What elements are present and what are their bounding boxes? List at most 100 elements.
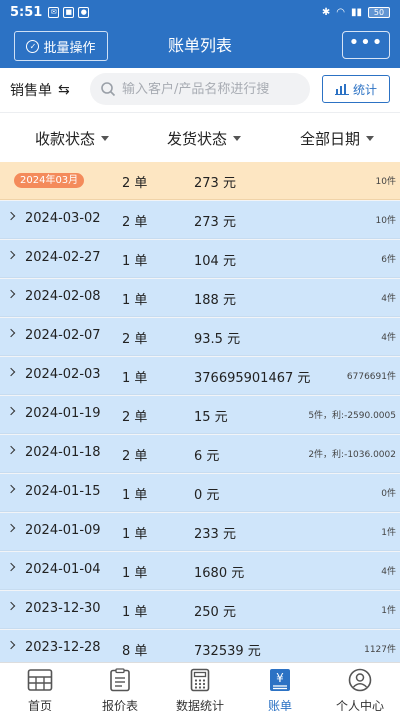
row-date: 2024-01-19 (25, 406, 101, 421)
tab-quote[interactable]: 报价表 (80, 663, 160, 711)
dropdown-caret-icon (366, 136, 375, 141)
row-note: 6776691件 (346, 372, 396, 382)
tab-label: 账单 (267, 699, 292, 711)
row-amount: 93.5 元 (194, 332, 241, 347)
row-amount: 233 元 (194, 527, 236, 542)
list-item[interactable]: 2024-01-19 2 单 15 元 5件，利:-2590.0005 (0, 396, 400, 434)
row-note: 4件 (381, 333, 396, 343)
dropdown-caret-icon (101, 136, 110, 141)
search-input[interactable] (122, 81, 302, 97)
tab-label: 数据统计 (175, 699, 224, 711)
month-amount: 273 元 (194, 176, 236, 191)
month-summary-row[interactable]: 2024年03月 2 单 273 元 10件 (0, 162, 400, 200)
app-header: ✓ 批量操作 账单列表 ••• (0, 24, 400, 68)
app-notification-icon: ■ (63, 6, 75, 18)
row-date: 2024-03-02 (25, 211, 101, 226)
month-note: 10件 (375, 177, 396, 187)
statistics-button[interactable]: 统计 (322, 75, 390, 103)
shipping-status-filter[interactable]: 发货状态 (167, 128, 242, 149)
month-order-count: 2 单 (122, 176, 148, 191)
bluetooth-icon: ✱ (321, 6, 331, 18)
chevron-right-icon (6, 250, 16, 260)
order-type-switch[interactable]: 销售单 ⇆ (10, 80, 70, 100)
row-date: 2023-12-30 (25, 601, 101, 616)
row-count: 2 单 (122, 332, 148, 347)
row-count: 2 单 (122, 215, 148, 230)
chevron-right-icon (6, 445, 16, 455)
user-icon (348, 668, 372, 692)
row-count: 1 单 (122, 566, 148, 581)
row-date: 2024-01-04 (25, 562, 101, 577)
search-icon (101, 82, 116, 97)
search-bar: 销售单 ⇆ 统计 (0, 68, 400, 112)
payment-status-filter[interactable]: 收款状态 (35, 128, 110, 149)
row-amount: 6 元 (194, 449, 220, 464)
chevron-right-icon (6, 328, 16, 338)
row-date: 2024-02-08 (25, 289, 101, 304)
batch-operation-label: 批量操作 (43, 40, 96, 56)
row-count: 1 单 (122, 488, 148, 503)
tab-statistics[interactable]: 数据统计 (160, 663, 240, 711)
chevron-right-icon (6, 211, 16, 221)
shipping-status-label: 发货状态 (167, 130, 228, 148)
date-filter[interactable]: 全部日期 (300, 128, 375, 149)
chevron-right-icon (6, 367, 16, 377)
tab-bills[interactable]: ¥ 账单 (240, 663, 320, 711)
tab-label: 首页 (27, 699, 52, 711)
month-tag: 2024年03月 (14, 173, 85, 188)
tab-profile[interactable]: 个人中心 (320, 663, 400, 711)
list-item[interactable]: 2024-03-02 2 单 273 元 10件 (0, 201, 400, 239)
row-note: 0件 (381, 489, 396, 499)
list-item[interactable]: 2023-12-30 1 单 250 元 1件 (0, 591, 400, 629)
chevron-right-icon (6, 289, 16, 299)
row-count: 1 单 (122, 293, 148, 308)
row-amount: 273 元 (194, 215, 236, 230)
row-amount: 1680 元 (194, 566, 245, 581)
statistics-label: 统计 (352, 82, 377, 97)
row-count: 1 单 (122, 527, 148, 542)
wifi-icon: ◠ (336, 6, 345, 18)
list-item[interactable]: 2024-01-18 2 单 6 元 2件，利:-1036.0002 (0, 435, 400, 473)
signal-icon: ▮▮ (350, 6, 362, 18)
list-item[interactable]: 2024-01-04 1 单 1680 元 4件 (0, 552, 400, 590)
more-options-button[interactable]: ••• (342, 31, 390, 59)
row-amount: 250 元 (194, 605, 236, 620)
tab-label: 报价表 (101, 699, 138, 711)
chevron-right-icon (6, 484, 16, 494)
swap-arrows-icon: ⇆ (58, 82, 70, 98)
chevron-right-icon (6, 406, 16, 416)
row-amount: 104 元 (194, 254, 236, 269)
row-count: 1 单 (122, 254, 148, 269)
row-count: 1 单 (122, 605, 148, 620)
bottom-tab-bar: 首页 报价表 数据统计 ¥ 账单 个人中心 (0, 662, 400, 711)
status-time: 5:51 (10, 4, 43, 20)
row-note: 4件 (381, 294, 396, 304)
list-item[interactable]: 2024-02-07 2 单 93.5 元 4件 (0, 318, 400, 356)
row-date: 2024-01-18 (25, 445, 101, 460)
row-amount: 732539 元 (194, 644, 261, 659)
row-date: 2023-12-28 (25, 640, 101, 655)
dropdown-caret-icon (233, 136, 242, 141)
batch-operation-button[interactable]: ✓ 批量操作 (14, 31, 108, 61)
list-item[interactable]: 2024-02-27 1 单 104 元 6件 (0, 240, 400, 278)
tab-home[interactable]: 首页 (0, 663, 80, 711)
row-count: 2 单 (122, 449, 148, 464)
list-item[interactable]: 2024-02-08 1 单 188 元 4件 (0, 279, 400, 317)
order-type-label: 销售单 (10, 83, 52, 99)
home-grid-icon (27, 669, 53, 691)
list-item[interactable]: 2023-12-28 8 单 732539 元 1127件 (0, 630, 400, 662)
row-date: 2024-02-03 (25, 367, 101, 382)
list-item[interactable]: 2024-01-09 1 单 233 元 1件 (0, 513, 400, 551)
list-item[interactable]: 2024-01-15 1 单 0 元 0件 (0, 474, 400, 512)
status-notification-icons: ✉ ■ ● (48, 6, 90, 18)
payment-status-label: 收款状态 (35, 130, 96, 148)
notification-icon: ✉ (48, 6, 60, 18)
row-note: 4件 (381, 567, 396, 577)
row-note: 5件，利:-2590.0005 (308, 411, 396, 421)
search-box (90, 73, 310, 105)
list-item[interactable]: 2024-02-03 1 单 376695901467 元 6776691件 (0, 357, 400, 395)
row-note: 1件 (381, 606, 396, 616)
chevron-right-icon (6, 562, 16, 572)
svg-text:¥: ¥ (276, 671, 284, 685)
row-note: 6件 (381, 255, 396, 265)
